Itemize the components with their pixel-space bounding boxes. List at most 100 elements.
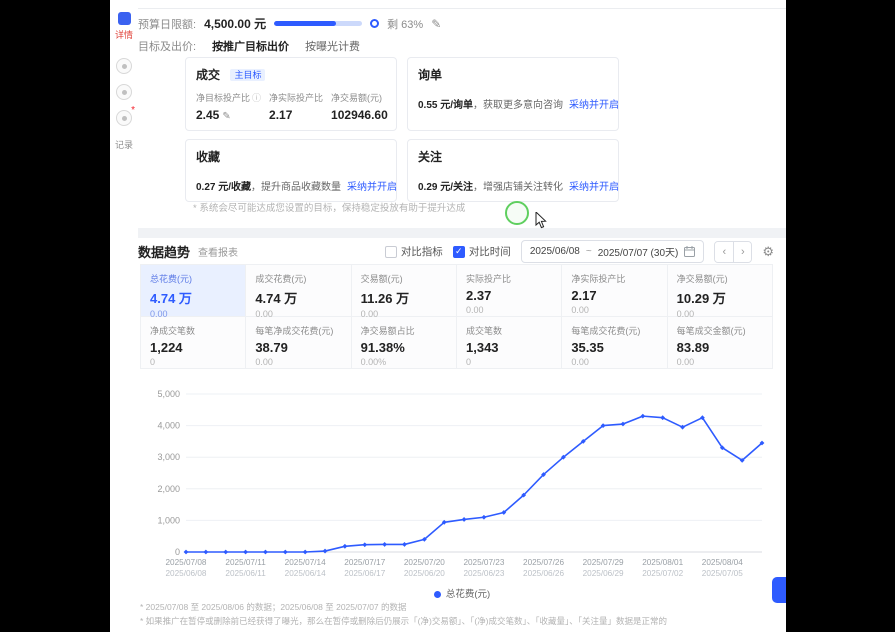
metric-card-7[interactable]: 净成交笔数 1,224 0	[141, 317, 246, 369]
metric-label: 每笔成交花费(元)	[571, 324, 657, 337]
adopt-and-enable-link[interactable]: 采纳并开启	[569, 100, 619, 111]
svg-text:3,000: 3,000	[157, 452, 180, 462]
sidebar-item-detail[interactable]: 详情	[110, 12, 138, 41]
section-divider	[137, 228, 786, 238]
sidebar-icon-3[interactable]: *	[116, 110, 132, 126]
metric-net-gmv: 净交易额(元) 102946.60	[331, 91, 388, 122]
metric-value: 38.79	[255, 340, 341, 355]
goal-title: 关注	[418, 148, 442, 165]
goal-cards-grid: 成交 主目标 净目标投产比 ⓘ 2.45✎ 净实际投产比	[185, 57, 619, 202]
sidebar-item-record[interactable]: 记录	[110, 138, 138, 151]
svg-text:2025/07/05: 2025/07/05	[702, 569, 743, 578]
tab-bid-by-impression[interactable]: 按曝光计费	[305, 38, 360, 54]
next-period-button[interactable]: ›	[733, 242, 751, 262]
goal-card-primary: 成交 主目标 净目标投产比 ⓘ 2.45✎ 净实际投产比	[185, 57, 397, 131]
detail-icon	[118, 12, 131, 25]
metric-card-1[interactable]: 总花费(元)4.74 万0.00	[141, 265, 246, 317]
edit-pencil-icon[interactable]: ✎	[222, 111, 230, 122]
info-icon[interactable]: ⓘ	[252, 91, 261, 104]
metric-label: 净交易额占比	[361, 324, 447, 337]
metric-card-9[interactable]: 净交易额占比91.38%0.00%	[352, 317, 457, 369]
budget-value: 4,500.00 元	[204, 15, 266, 32]
metric-compare-value: 0	[150, 357, 236, 367]
metric-value: 35.35	[571, 340, 657, 355]
svg-text:2025/06/17: 2025/06/17	[344, 569, 385, 578]
notification-asterisk: *	[131, 105, 135, 116]
metric-label: 净目标投产比	[196, 91, 250, 104]
suggest-price: 0.55 元/询单	[418, 100, 473, 111]
circle-icon	[122, 116, 127, 121]
date-end: 2025/07/07 (30天)	[598, 244, 679, 259]
goal-card-inquiry: 询单 0.55 元/询单，获取更多意向咨询采纳并开启	[407, 57, 619, 131]
metric-target-roi: 净目标投产比 ⓘ 2.45✎	[196, 91, 261, 122]
tab-bid-by-goal[interactable]: 按推广目标出价	[212, 38, 289, 54]
metric-value: 1,224	[150, 340, 236, 355]
footnote-2: * 如果推广在暂停或删除前已经获得了曝光，那么在暂停或删除后仍展示「(净)交易额…	[140, 615, 770, 629]
metric-compare-value: 0.00	[255, 357, 341, 367]
metric-compare-value: 0.00	[571, 305, 657, 315]
date-range-picker[interactable]: 2025/06/08 ~ 2025/07/07 (30天)	[521, 240, 705, 263]
compare-metric-checkbox[interactable]: 对比指标	[385, 244, 443, 259]
floating-side-button[interactable]	[772, 577, 786, 603]
metric-label: 净交易额(元)	[331, 91, 388, 104]
metric-card-8[interactable]: 每笔净成交花费(元) 38.79 0.00	[246, 317, 351, 369]
suggest-desc: ，提升商品收藏数量	[251, 182, 341, 193]
chart-legend: 总花费(元)	[138, 586, 786, 600]
compare-time-label: 对比时间	[469, 244, 511, 259]
suggest-price: 0.27 元/收藏	[196, 182, 251, 193]
metric-value: 83.89	[677, 340, 763, 355]
sidebar-item-detail-label: 详情	[115, 28, 133, 41]
metric-label: 净成交笔数	[150, 324, 236, 337]
metric-compare-value: 0.00	[466, 305, 552, 315]
metric-card-6[interactable]: 净交易额(元)10.29 万0.00	[668, 265, 773, 317]
adopt-and-enable-link[interactable]: 采纳并开启	[569, 182, 619, 193]
sidebar-icon-2[interactable]	[116, 84, 132, 100]
svg-text:2025/08/01: 2025/08/01	[642, 558, 683, 567]
compare-time-checkbox[interactable]: ✓ 对比时间	[453, 244, 511, 259]
budget-remaining: 剩 63%	[387, 16, 423, 32]
metric-compare-value: 0.00	[677, 357, 763, 367]
svg-text:0: 0	[175, 547, 180, 557]
bidding-row: 目标及出价: 按推广目标出价 按曝光计费	[138, 38, 360, 54]
metric-label: 交易额(元)	[361, 272, 447, 285]
budget-progress-bar	[274, 21, 362, 26]
line-chart[interactable]: 01,0002,0003,0004,0005,0002025/07/082025…	[138, 382, 786, 582]
view-report-link[interactable]: 查看报表	[198, 244, 238, 259]
svg-text:5,000: 5,000	[157, 389, 180, 399]
metric-card-10[interactable]: 成交笔数1,3430	[457, 317, 562, 369]
svg-text:2025/07/14: 2025/07/14	[285, 558, 326, 567]
svg-text:2025/06/14: 2025/06/14	[285, 569, 326, 578]
metric-label: 净交易额(元)	[677, 272, 763, 285]
svg-text:2025/06/26: 2025/06/26	[523, 569, 564, 578]
goal-note: * 系统会尽可能达成您设置的目标，保持稳定投放有助于提升达成	[193, 200, 465, 214]
primary-goal-badge: 主目标	[230, 69, 265, 81]
metric-label: 每笔净成交花费(元)	[255, 324, 341, 337]
metric-card-3[interactable]: 交易额(元)11.26 万0.00	[352, 265, 457, 317]
metric-card-2[interactable]: 成交花费(元)4.74 万0.00	[246, 265, 351, 317]
top-divider	[138, 8, 786, 9]
goal-card-follow: 关注 0.29 元/关注，增强店铺关注转化采纳并开启	[407, 139, 619, 202]
sidebar-icon-1[interactable]	[116, 58, 132, 74]
metric-card-4[interactable]: 实际投产比2.370.00	[457, 265, 562, 317]
metric-compare-value: 0	[466, 357, 552, 367]
budget-label: 预算日限额:	[138, 16, 196, 32]
date-start: 2025/06/08	[530, 246, 580, 257]
metric-card-11[interactable]: 每笔成交花费(元)35.350.00	[562, 317, 667, 369]
budget-row: 预算日限额: 4,500.00 元 剩 63% ✎	[138, 15, 441, 32]
edit-pencil-icon[interactable]: ✎	[431, 17, 441, 31]
date-separator: ~	[586, 246, 592, 257]
gear-icon[interactable]: ⚙	[762, 244, 774, 260]
prev-period-button[interactable]: ‹	[715, 242, 733, 262]
svg-text:2025/07/17: 2025/07/17	[344, 558, 385, 567]
checkbox-icon	[385, 246, 397, 258]
metric-card-5[interactable]: 净实际投产比2.170.00	[562, 265, 667, 317]
adopt-and-enable-link[interactable]: 采纳并开启	[347, 182, 397, 193]
svg-text:2025/07/20: 2025/07/20	[404, 558, 445, 567]
metric-card-12[interactable]: 每笔成交金额(元)83.890.00	[668, 317, 773, 369]
metric-value: 2.17	[571, 288, 657, 303]
mouse-cursor-icon	[535, 212, 547, 229]
date-pager: ‹ ›	[714, 241, 752, 263]
legend-label: 总花费(元)	[446, 589, 490, 600]
svg-text:2,000: 2,000	[157, 484, 180, 494]
metric-value: 4.74 万	[255, 288, 341, 307]
